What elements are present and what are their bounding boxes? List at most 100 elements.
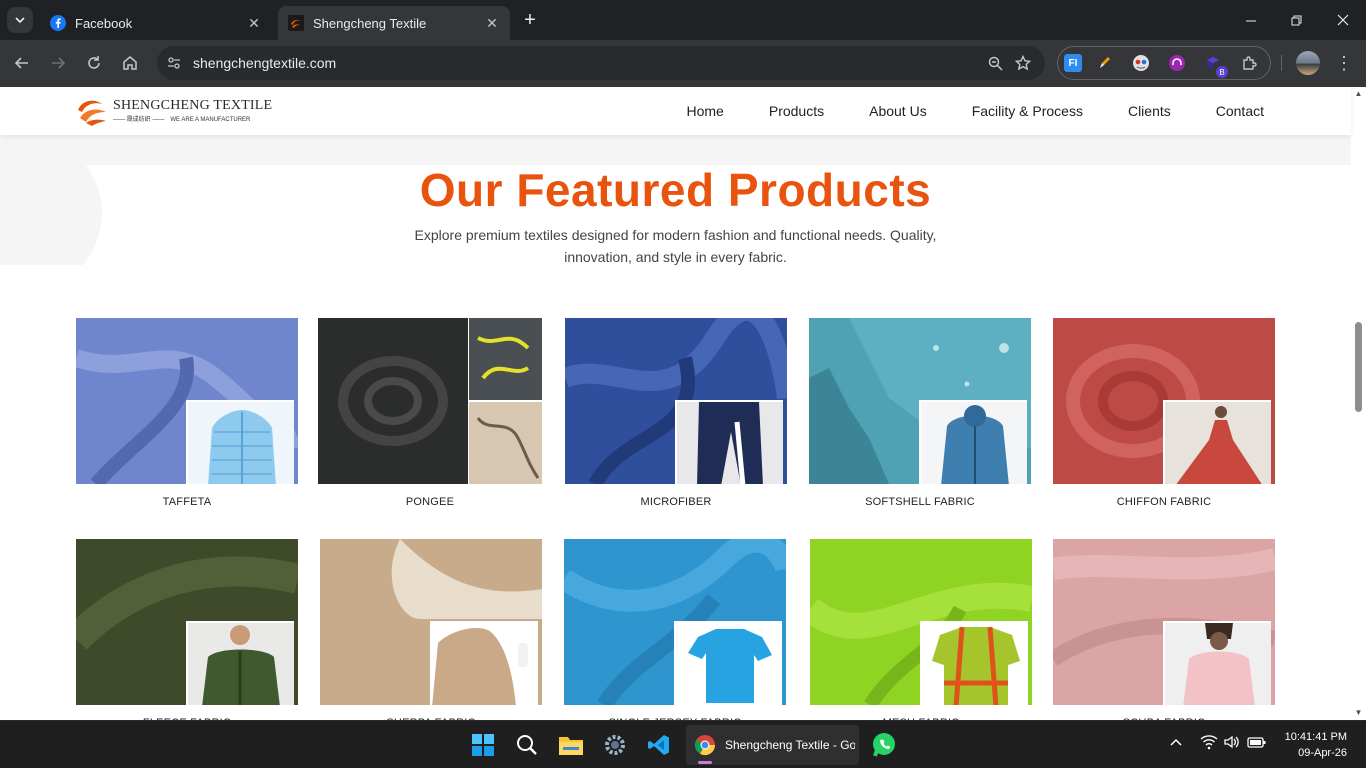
search-button[interactable]: [511, 729, 543, 761]
product-card-scuba[interactable]: SCUBA FABRIC: [1053, 539, 1275, 720]
featured-heading: Our Featured Products: [419, 164, 932, 216]
nav-facility-process[interactable]: Facility & Process: [972, 103, 1083, 119]
product-card-single-jersey[interactable]: SINGLE JERSEY FABRIC: [564, 539, 786, 720]
product-image[interactable]: [318, 318, 542, 484]
bookmark-star-icon[interactable]: [1009, 49, 1037, 77]
chrome-taskbar-button[interactable]: Shengcheng Textile - Go: [686, 725, 859, 765]
new-tab-button[interactable]: +: [519, 9, 541, 31]
page-viewport: SHENGCHENG TEXTILE —— 晟成纺织 —— WE ARE A M…: [0, 87, 1366, 720]
search-icon: [517, 735, 537, 755]
site-header: SHENGCHENG TEXTILE —— 晟成纺织 —— WE ARE A M…: [0, 87, 1351, 135]
reload-button[interactable]: [81, 50, 107, 76]
product-name[interactable]: TAFFETA: [76, 496, 298, 508]
nav-about-us[interactable]: About Us: [869, 103, 927, 119]
main-nav: Home Products About Us Facility & Proces…: [687, 87, 1265, 135]
scroll-up-arrow-icon[interactable]: ▲: [1353, 89, 1364, 99]
close-tab-icon[interactable]: ✕: [484, 15, 500, 31]
product-card-microfiber[interactable]: MICROFIBER: [565, 318, 787, 508]
product-card-pongee[interactable]: PONGEE: [318, 318, 542, 508]
tab-strip: Facebook ✕ Shengcheng Textile ✕ +: [0, 0, 1366, 40]
product-card-mesh[interactable]: MESH FABRIC: [810, 539, 1032, 720]
minimize-button[interactable]: [1227, 0, 1273, 40]
nav-contact[interactable]: Contact: [1216, 103, 1264, 119]
product-inset-image: [186, 621, 294, 705]
extension-face-icon[interactable]: [1128, 50, 1154, 76]
extension-fi-icon[interactable]: FI: [1064, 54, 1082, 72]
page-scrollbar[interactable]: ▲ ▼: [1351, 87, 1366, 720]
product-image[interactable]: [1053, 318, 1275, 484]
clock-time: 10:41:41 PM: [1284, 731, 1347, 743]
tab-facebook[interactable]: Facebook ✕: [40, 6, 272, 40]
product-card-chiffon[interactable]: CHIFFON FABRIC: [1053, 318, 1275, 508]
volume-icon[interactable]: [1223, 734, 1241, 753]
product-card-taffeta[interactable]: TAFFETA: [76, 318, 298, 508]
product-inset-image: [919, 400, 1027, 484]
product-inset-image: [1163, 621, 1271, 705]
site-logo[interactable]: SHENGCHENG TEXTILE —— 晟成纺织 —— WE ARE A M…: [76, 96, 272, 126]
product-image[interactable]: [76, 318, 298, 484]
featured-subheading: Explore premium textiles designed for mo…: [414, 227, 937, 265]
logo-name: SHENGCHENG TEXTILE: [113, 98, 273, 113]
system-clock[interactable]: 10:41:41 PM 09-Apr-26: [1285, 729, 1347, 761]
start-button[interactable]: [467, 729, 499, 761]
product-name[interactable]: CHIFFON FABRIC: [1053, 496, 1275, 508]
battery-icon[interactable]: [1247, 734, 1267, 753]
product-card-fleece[interactable]: FLEECE FABRIC: [76, 539, 298, 720]
address-bar[interactable]: shengchengtextile.com: [157, 46, 1045, 80]
product-inset-image: [430, 621, 538, 705]
product-image[interactable]: [810, 539, 1032, 705]
nav-products[interactable]: Products: [769, 103, 824, 119]
tray-overflow-icon[interactable]: [1169, 735, 1183, 752]
close-window-button[interactable]: [1320, 0, 1366, 40]
extensions-puzzle-icon[interactable]: [1236, 50, 1262, 76]
product-inset-image: [675, 400, 783, 484]
url-text[interactable]: shengchengtextile.com: [193, 55, 981, 71]
extension-badge-icon[interactable]: B: [1200, 50, 1228, 78]
site-info-icon[interactable]: [163, 52, 185, 74]
product-inset-image: [1163, 400, 1271, 484]
wifi-icon[interactable]: [1200, 734, 1218, 753]
nav-home[interactable]: Home: [687, 103, 724, 119]
close-tab-icon[interactable]: ✕: [246, 15, 262, 31]
browser-toolbar: shengchengtextile.com FI B ⋮: [0, 40, 1366, 87]
extension-pen-icon[interactable]: [1092, 50, 1118, 76]
file-explorer-button[interactable]: [555, 729, 587, 761]
nav-clients[interactable]: Clients: [1128, 103, 1171, 119]
windows-taskbar: Shengcheng Textile - Go 10:41:41 PM 09-A…: [0, 720, 1366, 768]
product-image[interactable]: [76, 539, 298, 705]
zoom-icon[interactable]: [981, 49, 1009, 77]
whatsapp-button[interactable]: [868, 729, 900, 761]
gear-icon: [605, 735, 625, 755]
home-button[interactable]: [117, 50, 143, 76]
forward-button[interactable]: [45, 50, 71, 76]
product-name[interactable]: PONGEE: [318, 496, 542, 508]
vscode-button[interactable]: [643, 729, 675, 761]
vscode-icon: [648, 735, 669, 755]
tab-shengcheng[interactable]: Shengcheng Textile ✕: [278, 6, 510, 40]
product-name[interactable]: SOFTSHELL FABRIC: [809, 496, 1031, 508]
arrow-right-icon: [52, 57, 66, 69]
product-image[interactable]: [564, 539, 786, 705]
product-image[interactable]: [320, 539, 542, 705]
extension-purple-icon[interactable]: [1164, 50, 1190, 76]
product-name[interactable]: MICROFIBER: [565, 496, 787, 508]
product-inset-image: [920, 621, 1028, 705]
tab-search-button[interactable]: [7, 7, 33, 33]
product-image[interactable]: [809, 318, 1031, 484]
scroll-down-arrow-icon[interactable]: ▼: [1353, 708, 1364, 718]
product-card-softshell[interactable]: SOFTSHELL FABRIC: [809, 318, 1031, 508]
restore-button[interactable]: [1273, 0, 1319, 40]
windows-start-icon: [472, 734, 494, 756]
scroll-thumb[interactable]: [1355, 322, 1362, 412]
product-card-sherpa[interactable]: SHERPA FABRIC: [320, 539, 542, 720]
profile-avatar[interactable]: [1296, 51, 1320, 75]
settings-button[interactable]: [599, 729, 631, 761]
product-image[interactable]: [565, 318, 787, 484]
product-image[interactable]: [1053, 539, 1275, 705]
facebook-icon: [50, 15, 66, 31]
logo-chinese: —— 晟成纺织 ——: [113, 117, 165, 123]
more-menu-icon[interactable]: ⋮: [1334, 51, 1354, 75]
tab-title: Facebook: [75, 15, 133, 31]
back-button[interactable]: [9, 50, 35, 76]
product-inset-image: [186, 400, 294, 484]
